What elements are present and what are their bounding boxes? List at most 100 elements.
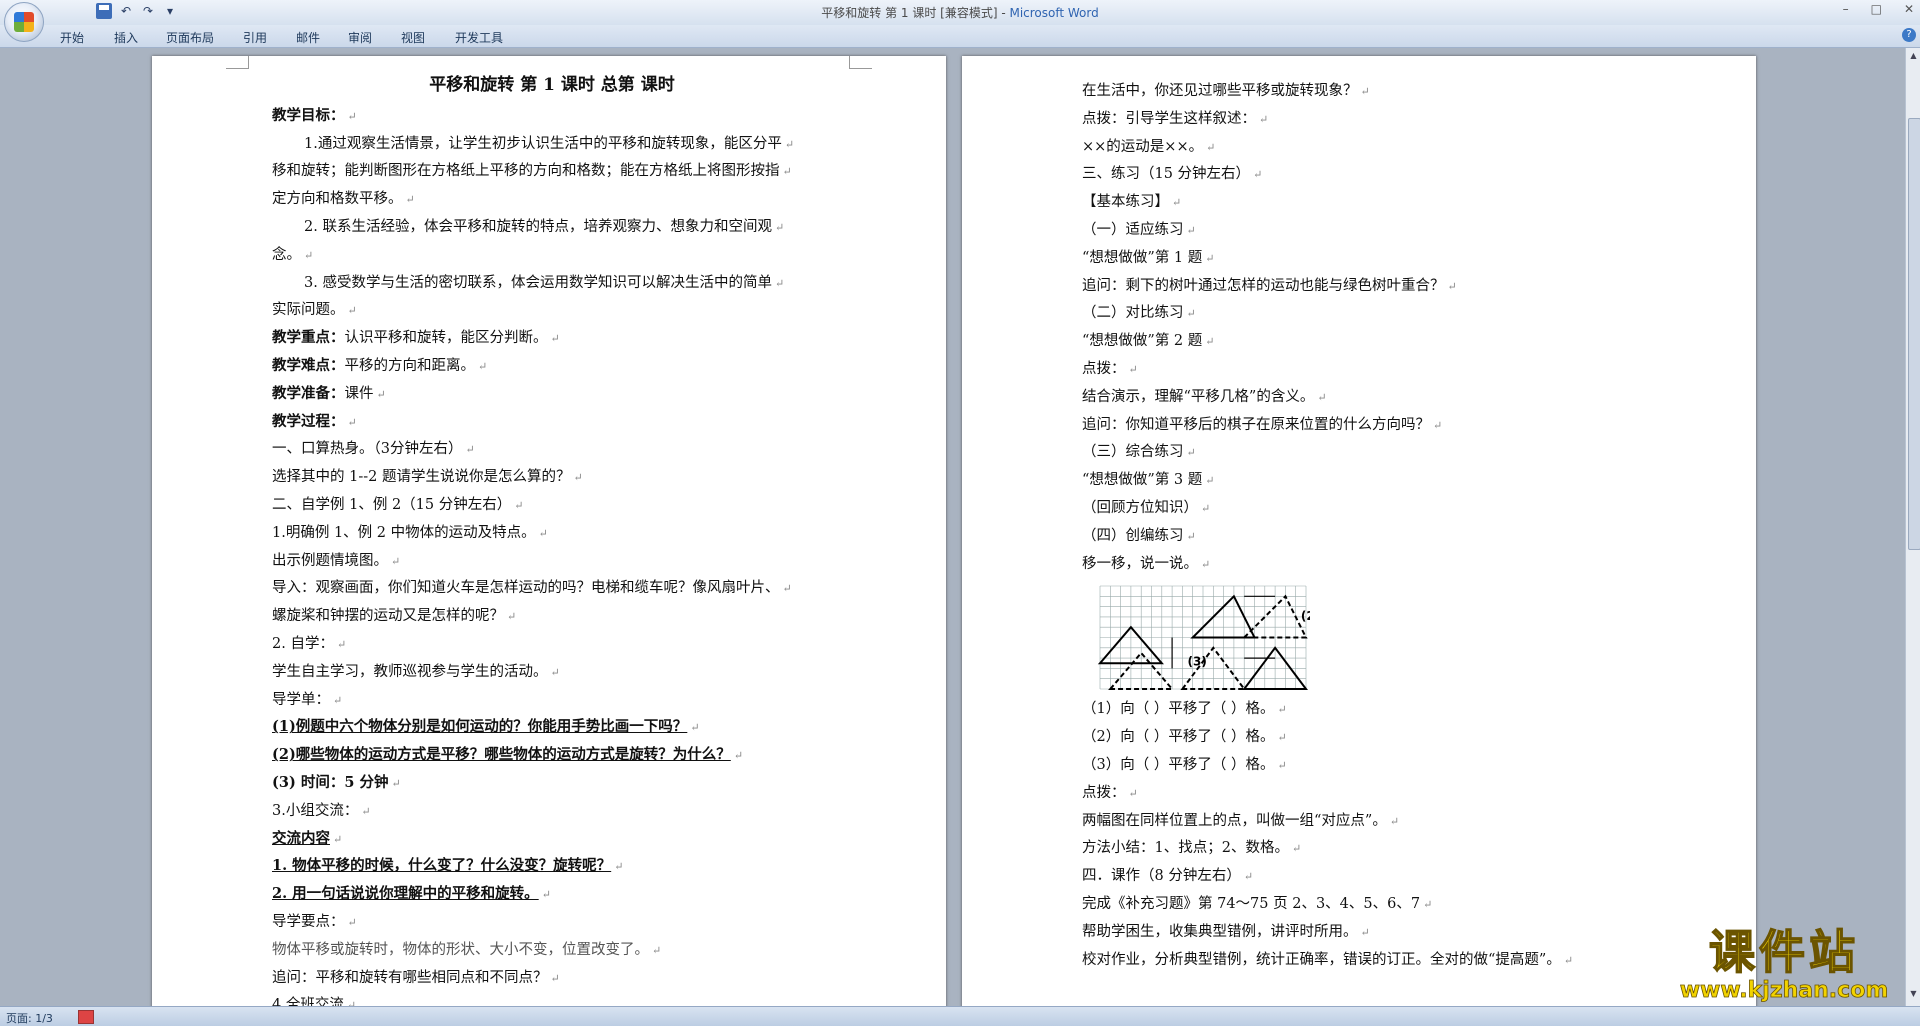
- paragraph-line: （1）向（ ）平移了（ ）格。 ↵: [1082, 696, 1702, 724]
- paragraph-mark-icon: ↵: [1172, 196, 1182, 210]
- paragraph-mark-icon: ↵: [391, 554, 401, 568]
- scroll-down-icon[interactable]: ▼: [1908, 988, 1919, 1000]
- paragraph-mark-icon: ↵: [774, 220, 785, 234]
- paragraph-text: （2）向（ ）平移了（ ）格。: [1082, 729, 1275, 746]
- paragraph-mark-icon: ↵: [1205, 251, 1215, 265]
- paragraph-line: 导入：观察画面，你们知道火车是怎样运动的吗？电梯和缆车呢？像风扇叶片、 ↵: [272, 575, 832, 603]
- paragraph-line: 点拨：引导学生这样叙述： ↵: [1082, 106, 1702, 134]
- tab-page-layout[interactable]: 页面布局: [166, 29, 214, 46]
- paragraph-line: 方法小结：1、找点；2、数格。 ↵: [1082, 835, 1702, 863]
- paragraph-line: 2. 联系生活经验，体会平移和旋转的特点，培养观察力、想象力和空间观 ↵: [272, 214, 832, 242]
- paragraph-line: 导学单： ↵: [272, 687, 832, 715]
- paragraph-line: （二）对比练习 ↵: [1082, 300, 1702, 328]
- paragraph-mark-icon: ↵: [782, 165, 792, 179]
- help-icon[interactable]: ?: [1902, 28, 1916, 42]
- paragraph-text: 追问：平移和旋转有哪些相同点和不同点？: [272, 969, 548, 986]
- paragraph-line: 导学要点： ↵: [272, 909, 832, 937]
- paragraph-line: 追问：剩下的树叶通过怎样的运动也能与绿色树叶重合？ ↵: [1082, 273, 1702, 301]
- paragraph-text: 1. 物体平移的时候，什么变了？什么没变？旋转呢？: [272, 857, 612, 875]
- maximize-button[interactable]: □: [1871, 2, 1882, 16]
- paragraph-mark-icon: ↵: [538, 526, 548, 540]
- paragraph-mark-icon: ↵: [1259, 112, 1269, 126]
- paragraph-mark-icon: ↵: [1360, 85, 1370, 98]
- tab-developer[interactable]: 开发工具: [455, 29, 503, 46]
- label-bold: 教学难点：: [272, 356, 345, 374]
- page-1-content[interactable]: 平移和旋转 第 1 课时 总第 课时 教学目标： ↵ 1.通过观察生活情景，让学生初…: [272, 72, 832, 1006]
- paragraph-mark-icon: ↵: [347, 415, 357, 429]
- paragraph-mark-icon: ↵: [336, 637, 347, 651]
- paragraph-mark-icon: ↵: [376, 387, 386, 401]
- paragraph-mark-icon: ↵: [550, 971, 560, 985]
- paragraph-line: 出示例题情境图。 ↵: [272, 548, 832, 576]
- paragraph-text: 在生活中，你还见过哪些平移或旋转现象？: [1082, 83, 1358, 99]
- tab-review[interactable]: 审阅: [348, 29, 372, 46]
- paragraph-text: 二、自学例 1、例 2（15 分钟左右）: [272, 496, 512, 513]
- paragraph-line: 两幅图在同样位置上的点，叫做一组“对应点”。 ↵: [1082, 808, 1702, 836]
- paragraph-text: 点拨：: [1082, 360, 1126, 377]
- close-button[interactable]: ✕: [1904, 2, 1914, 16]
- paragraph-mark-icon: ↵: [361, 804, 371, 818]
- paragraph-mark-icon: ↵: [1277, 758, 1287, 772]
- paragraph-mark-icon: ↵: [304, 248, 314, 262]
- translation-grid-figure: (1)(2)(3): [1097, 586, 1310, 691]
- paragraph-mark-icon: ↵: [733, 749, 744, 763]
- paragraph-line: 选择其中的 1--2 题请学生说说你是怎么算的？ ↵: [272, 464, 832, 492]
- page-2-content[interactable]: 在生活中，你还见过哪些平移或旋转现象？ ↵ 点拨：引导学生这样叙述： ↵ ××的运动是×…: [1082, 78, 1702, 974]
- paragraph-text: “想想做做”第 3 题: [1082, 472, 1203, 489]
- tab-mailings[interactable]: 邮件: [296, 29, 320, 46]
- paragraph-mark-icon: ↵: [405, 193, 415, 207]
- paragraph-text: “想想做做”第 1 题: [1082, 249, 1203, 266]
- proofing-icon[interactable]: [78, 1010, 94, 1024]
- paragraph-line: (2)哪些物体的运动方式是平移？哪些物体的运动方式是旋转？为什么？ ↵: [272, 742, 832, 770]
- label-value: 课件: [344, 385, 374, 402]
- paragraph-line: 校对作业，分析典型错例，统计正确率，错误的订正。全对的做“提高题”。 ↵: [1082, 947, 1702, 975]
- tab-insert[interactable]: 插入: [114, 29, 138, 46]
- paragraph-line: 二、自学例 1、例 2（15 分钟左右） ↵: [272, 492, 832, 520]
- paragraph-text: 点拨：: [1082, 784, 1126, 801]
- scrollbar-thumb[interactable]: [1908, 118, 1920, 550]
- paragraph-text: 出示例题情境图。: [272, 552, 388, 569]
- vertical-scrollbar[interactable]: ▲ ▼: [1905, 48, 1920, 1006]
- paragraph-mark-icon: ↵: [774, 276, 785, 290]
- paragraph-line: 2. 用一句话说说你理解中的平移和旋转。 ↵: [272, 881, 832, 909]
- paragraph-line: 三、练习（15 分钟左右） ↵: [1082, 161, 1702, 189]
- office-button[interactable]: [4, 2, 44, 42]
- scroll-up-icon[interactable]: ▲: [1908, 50, 1919, 62]
- paragraph-line: （四）创编练习 ↵: [1082, 523, 1702, 551]
- app-name: Microsoft Word: [1009, 6, 1099, 20]
- paragraph-text: 方法小结：1、找点；2、数格。: [1082, 840, 1289, 857]
- paragraph-line: 点拨： ↵: [1082, 356, 1702, 384]
- paragraph-mark-icon: ↵: [550, 665, 560, 679]
- minimize-button[interactable]: –: [1843, 2, 1849, 16]
- page-indicator[interactable]: 页面: 1/3: [6, 1010, 53, 1026]
- paragraph-mark-icon: ↵: [391, 776, 401, 790]
- paragraph-text: 追问：剩下的树叶通过怎样的运动也能与绿色树叶重合？: [1082, 277, 1445, 294]
- paragraph-mark-icon: ↵: [573, 471, 583, 485]
- paragraph-text: 1.明确例 1、例 2 中物体的运动及特点。: [272, 524, 536, 541]
- paragraph-text: （一）适应练习: [1082, 221, 1184, 238]
- paragraph-mark-icon: ↵: [1317, 390, 1327, 404]
- paragraph-line: “想想做做”第 2 题 ↵: [1082, 328, 1702, 356]
- paragraph-line: “想想做做”第 1 题 ↵: [1082, 245, 1702, 273]
- page-title: 平移和旋转 第 1 课时 总第 课时: [429, 75, 675, 95]
- document-title: 平移和旋转 第 1 课时 [兼容模式] -: [821, 6, 1010, 20]
- watermark-url: www.kjzhan.com: [1679, 978, 1889, 1003]
- paragraph-text: 2. 用一句话说说你理解中的平移和旋转。: [272, 885, 539, 903]
- paragraph-text: （1）向（ ）平移了（ ）格。: [1082, 701, 1275, 718]
- paragraph-line: ××的运动是××。 ↵: [1082, 134, 1702, 162]
- paragraph-mark-icon: ↵: [1201, 501, 1211, 515]
- paragraph-text: 校对作业，分析典型错例，统计正确率，错误的订正。全对的做“提高题”。: [1082, 951, 1561, 968]
- paragraph-mark-icon: ↵: [1253, 168, 1263, 182]
- paragraph-text: 教学目标：: [272, 106, 345, 124]
- paragraph-mark-icon: ↵: [347, 304, 357, 318]
- paragraph-text: （回顾方位知识）: [1082, 499, 1198, 516]
- paragraph-line: 追问：你知道平移后的棋子在原来位置的什么方向吗？ ↵: [1082, 412, 1702, 440]
- paragraph-mark-icon: ↵: [690, 721, 700, 735]
- paragraph-mark-icon: ↵: [1360, 925, 1370, 939]
- paragraph-line: （三）综合练习 ↵: [1082, 439, 1702, 467]
- paragraph-line: 在生活中，你还见过哪些平移或旋转现象？ ↵: [1082, 78, 1702, 106]
- paragraph-line: 1.通过观察生活情景，让学生初步认识生活中的平移和旋转现象，能区分平 ↵: [272, 131, 832, 159]
- tab-home[interactable]: 开始: [60, 29, 84, 46]
- tab-references[interactable]: 引用: [243, 29, 267, 46]
- tab-view[interactable]: 视图: [401, 29, 425, 46]
